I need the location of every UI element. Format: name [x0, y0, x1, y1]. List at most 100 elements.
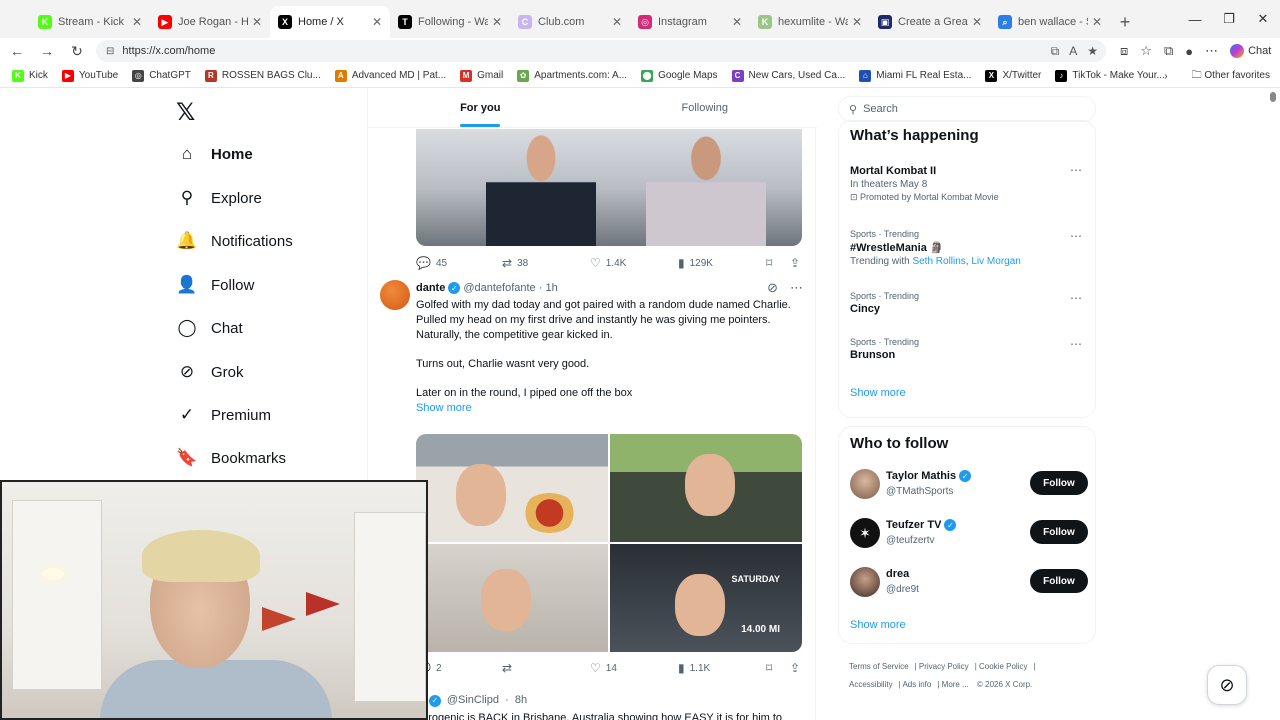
- browser-tab[interactable]: ⌕ ben wallace - Searc ✕: [990, 6, 1110, 38]
- tweet[interactable]: n ✓ @SinClipd · 8h ndrogenic is BACK in …: [416, 694, 816, 720]
- show-more-link[interactable]: Show more: [850, 619, 906, 631]
- bookmark-item[interactable]: ⌂ Miami FL Real Esta...: [859, 69, 971, 82]
- like-button[interactable]: ♡ 1.4K: [590, 256, 626, 270]
- split-screen-icon[interactable]: ⧉: [1051, 44, 1060, 59]
- trend-link[interactable]: Seth Rollins: [912, 256, 965, 267]
- follow-button[interactable]: Follow: [1030, 471, 1088, 495]
- nav-item-explore[interactable]: ⚲ Explore: [176, 188, 262, 208]
- avatar[interactable]: [850, 469, 880, 499]
- bookmark-item[interactable]: ♪ TikTok - Make Your...: [1055, 69, 1165, 82]
- close-window-icon[interactable]: ✕: [1246, 0, 1280, 38]
- minimize-icon[interactable]: —: [1178, 0, 1212, 38]
- repost-button[interactable]: ⇄ 38: [502, 256, 528, 270]
- views-button[interactable]: ▮ 129K: [678, 256, 713, 270]
- views-button[interactable]: ▮ 1.1K: [678, 661, 710, 675]
- nav-item-chat[interactable]: ◯ Chat: [176, 318, 242, 338]
- browser-tab[interactable]: C Club.com ✕: [510, 6, 630, 38]
- bookmark-item[interactable]: X X/Twitter: [985, 69, 1041, 82]
- close-tab-icon[interactable]: ✕: [972, 15, 982, 29]
- like-button[interactable]: ♡ 14: [590, 661, 617, 675]
- read-aloud-icon[interactable]: A: [1069, 44, 1077, 59]
- trend-item[interactable]: Sports · Trending Cincy ⋯: [850, 291, 1086, 315]
- restore-icon[interactable]: ❐: [1212, 0, 1246, 38]
- tweet-photo[interactable]: [416, 544, 608, 652]
- show-more-link[interactable]: Show more: [416, 401, 796, 416]
- bookmarks-overflow-icon[interactable]: ›: [1164, 71, 1167, 82]
- close-tab-icon[interactable]: ✕: [1092, 15, 1102, 29]
- bookmark-item[interactable]: C New Cars, Used Ca...: [731, 69, 845, 82]
- tweet-photo[interactable]: [610, 434, 802, 542]
- footer-link[interactable]: Terms of Service: [849, 662, 909, 671]
- follow-suggestion[interactable]: ✶ Teufzer TV ✓ @teufzertv Follow: [850, 518, 1090, 552]
- browser-tab[interactable]: Khexumlite - Watch L ✕: [750, 6, 870, 38]
- more-menu-icon[interactable]: ⋯: [1205, 43, 1218, 59]
- footer-link[interactable]: Cookie Policy: [979, 662, 1027, 671]
- reply-button[interactable]: 💬 45: [416, 256, 447, 270]
- new-tab-button[interactable]: +: [1110, 6, 1140, 38]
- close-tab-icon[interactable]: ✕: [492, 15, 502, 29]
- nav-item-home[interactable]: ⌂ Home: [176, 144, 253, 164]
- bookmark-item[interactable]: ◎ ChatGPT: [132, 69, 191, 82]
- close-tab-icon[interactable]: ✕: [852, 15, 862, 29]
- tab-for-you[interactable]: For you: [368, 88, 593, 127]
- avatar[interactable]: ✶: [850, 518, 880, 548]
- footer-link[interactable]: Accessibility: [849, 680, 893, 689]
- browser-tab[interactable]: ◎ Instagram ✕: [630, 6, 750, 38]
- follow-button[interactable]: Follow: [1030, 520, 1088, 544]
- tweet-photo[interactable]: [416, 434, 608, 542]
- nav-item-premium[interactable]: ✓ Premium: [176, 405, 271, 425]
- reload-icon[interactable]: ↻: [64, 38, 90, 64]
- more-options-icon[interactable]: ⋯: [1070, 229, 1082, 243]
- share-button[interactable]: ⇪: [790, 661, 800, 675]
- bookmark-button[interactable]: ⌑: [766, 256, 772, 270]
- follow-suggestion[interactable]: Taylor Mathis ✓ @TMathSports Follow: [850, 469, 1090, 503]
- bookmark-item[interactable]: ⬤ Google Maps: [641, 69, 718, 82]
- profile-avatar[interactable]: ●: [1185, 44, 1193, 59]
- footer-link[interactable]: More ...: [942, 680, 969, 689]
- tweet-time[interactable]: 1h: [545, 282, 557, 294]
- bookmark-item[interactable]: M Gmail: [460, 69, 503, 82]
- grok-icon[interactable]: ⊘: [767, 280, 778, 296]
- close-tab-icon[interactable]: ✕: [132, 15, 142, 29]
- bookmark-item[interactable]: K Kick: [12, 69, 48, 82]
- more-options-icon[interactable]: ⋯: [1070, 337, 1082, 351]
- trend-item[interactable]: Sports · Trending Brunson ⋯: [850, 337, 1086, 361]
- copilot-chat-button[interactable]: Chat: [1230, 44, 1271, 58]
- follow-suggestion[interactable]: drea @dre9t Follow: [850, 567, 1090, 601]
- browser-tab[interactable]: X Home / X ✕: [270, 6, 390, 38]
- trend-link[interactable]: Liv Morgan: [971, 256, 1020, 267]
- site-info-icon[interactable]: ⊟: [106, 46, 114, 57]
- browser-tab[interactable]: K Stream - Kick Dashb ✕: [30, 6, 150, 38]
- avatar[interactable]: [380, 280, 410, 310]
- grok-icon[interactable]: ⊘: [1207, 665, 1247, 705]
- forward-icon[interactable]: →: [34, 38, 60, 64]
- tweet-video-thumbnail[interactable]: [416, 129, 802, 246]
- footer-link[interactable]: Privacy Policy: [919, 662, 969, 671]
- avatar[interactable]: [850, 567, 880, 597]
- nav-item-grok[interactable]: ⊘ Grok: [176, 362, 244, 382]
- url-field[interactable]: ⊟ https://x.com/home ⧉ A ★: [96, 40, 1106, 62]
- browser-tab[interactable]: ▣ Create a Greatest A ✕: [870, 6, 990, 38]
- show-more-link[interactable]: Show more: [850, 387, 906, 399]
- bookmark-item[interactable]: R ROSSEN BAGS Clu...: [204, 69, 321, 82]
- close-tab-icon[interactable]: ✕: [732, 15, 742, 29]
- tweet-time[interactable]: 8h: [515, 694, 527, 706]
- bookmark-item[interactable]: ▶ YouTube: [61, 69, 118, 82]
- bookmark-button[interactable]: ⌑: [766, 661, 772, 675]
- more-options-icon[interactable]: ⋯: [790, 280, 803, 296]
- favorite-star-icon[interactable]: ★: [1087, 44, 1098, 59]
- tweet-photo[interactable]: SATURDAY 14.00 MI: [610, 544, 802, 652]
- tweet-author-name[interactable]: dante: [416, 282, 445, 294]
- repost-button[interactable]: ⇄: [502, 661, 512, 675]
- share-button[interactable]: ⇪: [790, 256, 800, 270]
- tab-following[interactable]: Following: [593, 88, 818, 127]
- collections-icon[interactable]: ⧉: [1164, 43, 1173, 59]
- browser-tab[interactable]: ▶ Joe Rogan - He Live ✕: [150, 6, 270, 38]
- other-favorites[interactable]: 🗀 Other favorites: [1192, 68, 1270, 85]
- close-tab-icon[interactable]: ✕: [252, 15, 262, 29]
- nav-item-notifications[interactable]: 🔔 Notifications: [176, 231, 292, 251]
- trend-item[interactable]: Sports · Trending #WrestleMania 🗿 Trendi…: [850, 229, 1086, 267]
- favorites-icon[interactable]: ☆: [1140, 43, 1152, 59]
- nav-item-follow[interactable]: 👤 Follow: [176, 275, 254, 295]
- more-options-icon[interactable]: ⋯: [1070, 163, 1082, 177]
